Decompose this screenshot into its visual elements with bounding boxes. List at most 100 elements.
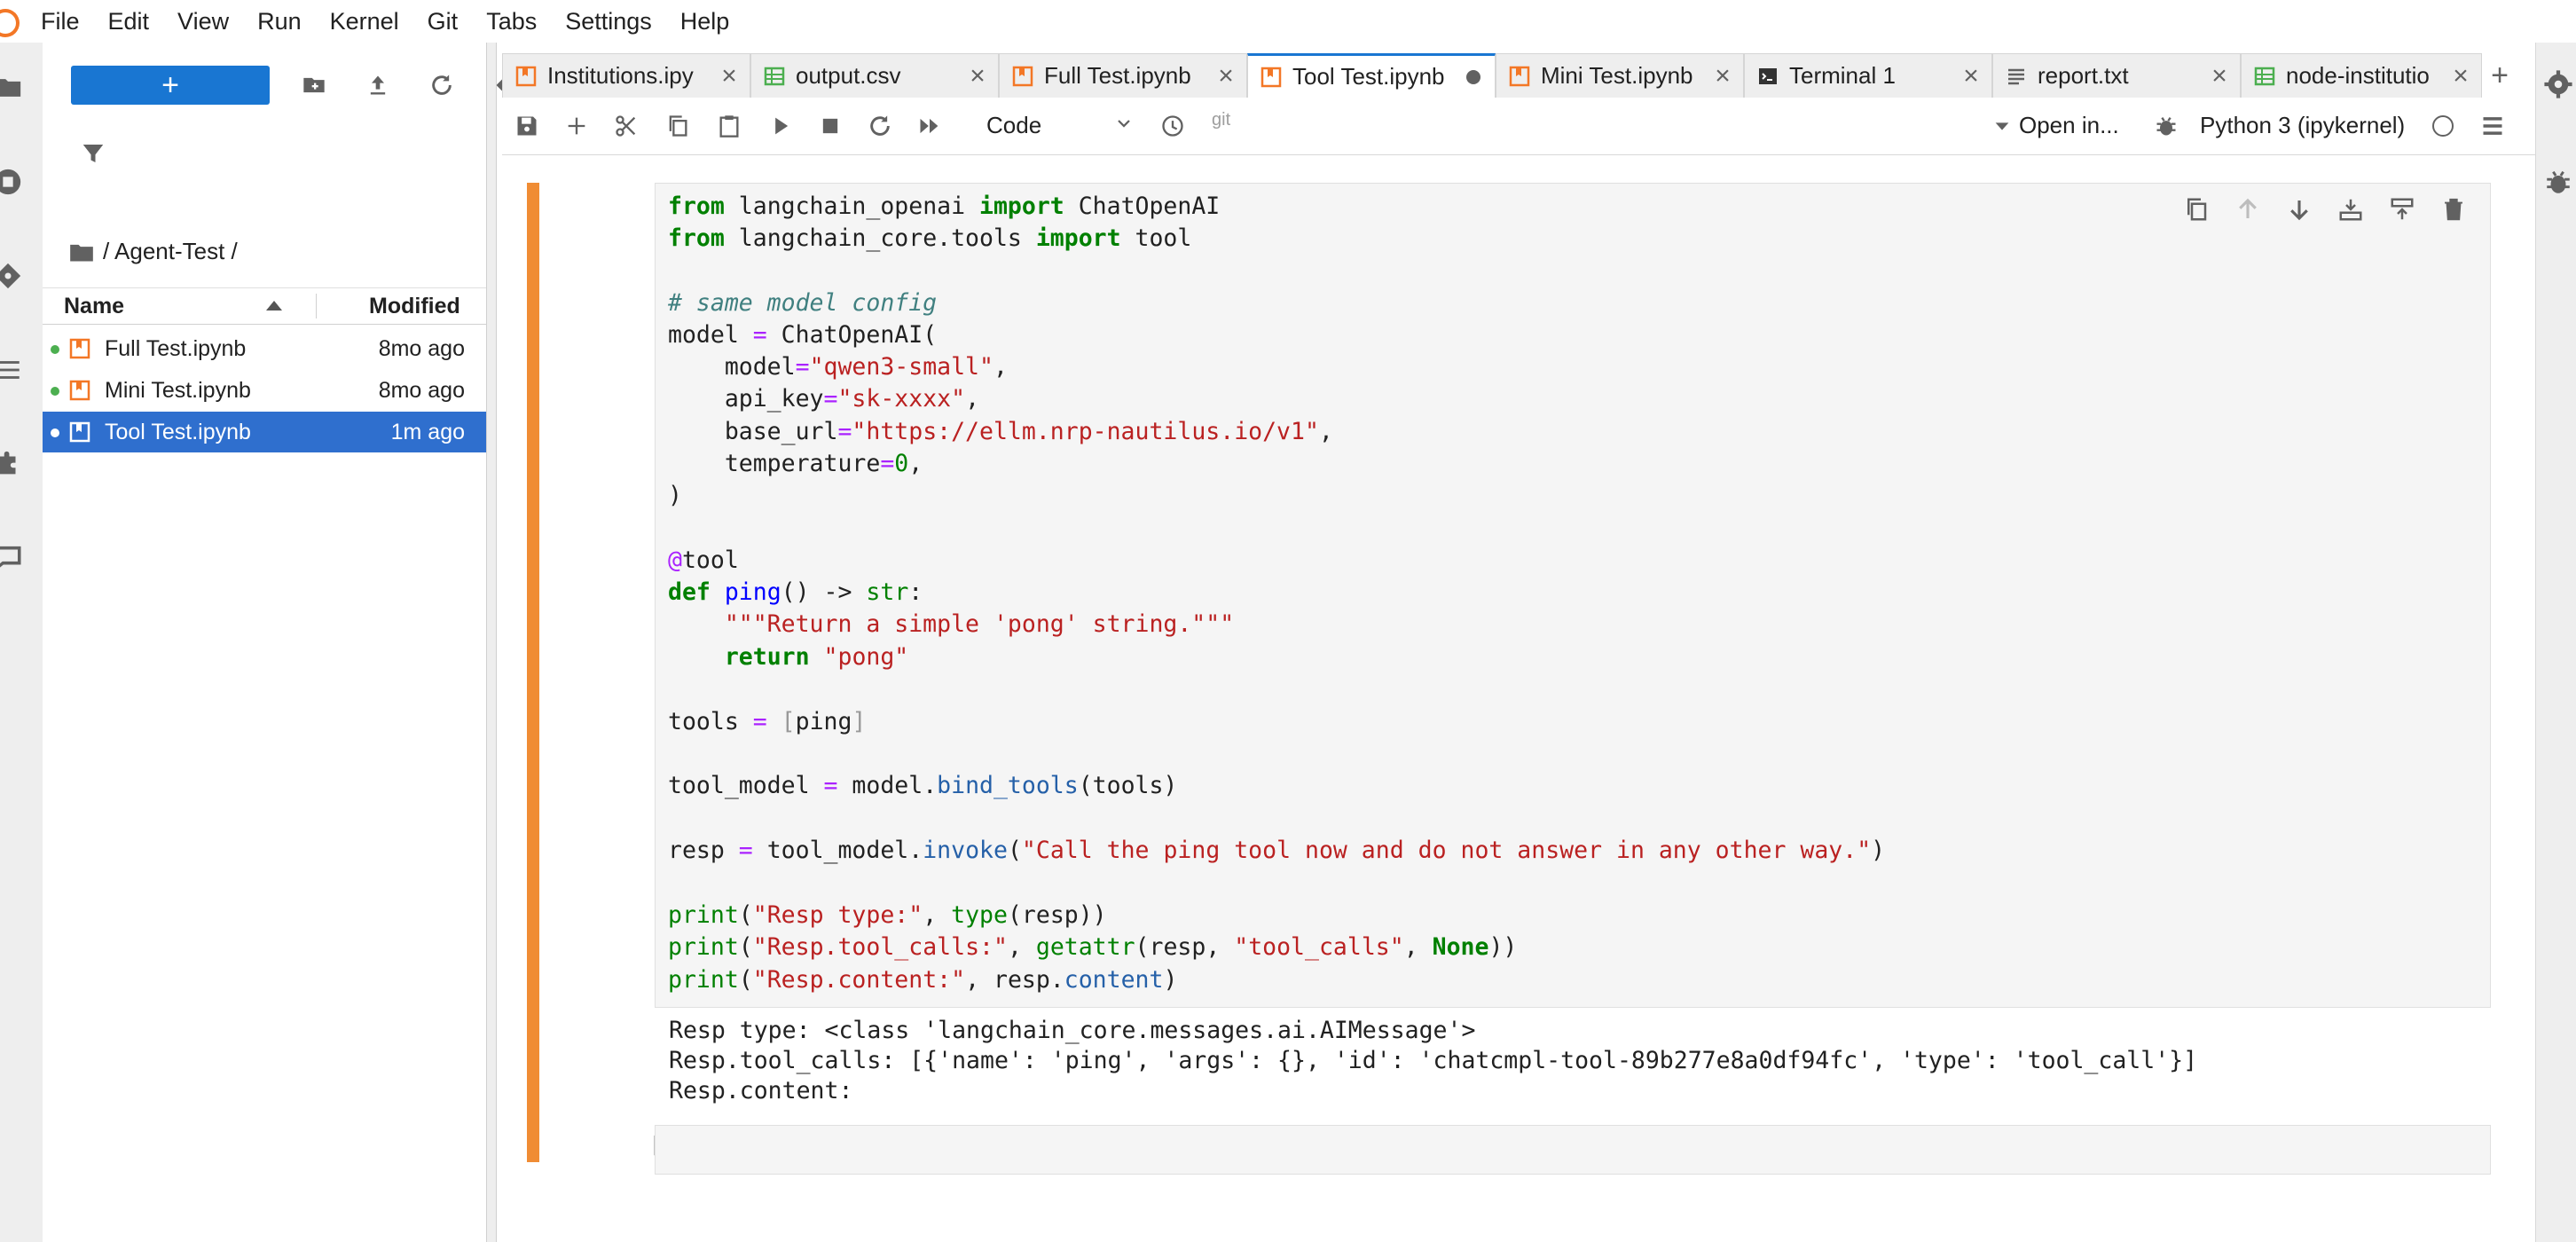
add-tab-icon[interactable]: + [2482,53,2517,98]
file-row-full-test[interactable]: Full Test.ipynb 8mo ago [43,328,486,369]
run-icon[interactable] [766,112,795,140]
menu-help[interactable]: Help [666,0,744,43]
close-icon[interactable]: × [716,61,742,91]
tab-tool-test[interactable]: Tool Test.ipynb [1247,53,1496,98]
table-icon [764,67,785,85]
code-line: ) [668,482,682,509]
menu-view[interactable]: View [163,0,243,43]
close-icon[interactable]: × [2206,61,2233,91]
chevron-down-icon[interactable] [1116,115,1132,131]
kernel-name[interactable]: Python 3 (ipykernel) [2200,112,2405,139]
file-row-tool-test[interactable]: Tool Test.ipynb 1m ago [43,412,486,452]
code-line: api_key="sk-xxxx", [668,385,980,413]
close-icon[interactable]: × [964,61,991,91]
menu-git[interactable]: Git [413,0,473,43]
debugger-bug-icon[interactable] [2543,167,2573,197]
output-line: Resp type: <class 'langchain_core.messag… [669,1017,1476,1044]
filter-icon[interactable] [80,140,115,176]
close-icon[interactable]: × [2447,61,2474,91]
clock-icon[interactable] [1158,112,1187,140]
running-sessions-icon[interactable] [0,167,30,197]
extensions-icon[interactable] [0,449,30,479]
file-modified: 8mo ago [378,377,465,403]
tab-output-csv[interactable]: output.csv × [750,53,999,98]
insert-above-icon[interactable] [2337,196,2366,224]
folder-icon[interactable] [0,73,30,103]
move-up-icon[interactable] [2234,196,2263,224]
git-diff-button[interactable]: git [1212,110,1230,130]
tab-label: node-institutio [2286,62,2430,89]
document-tab-bar: Institutions.ipy × output.csv × Full Tes… [502,53,2535,98]
close-icon[interactable]: × [1213,61,1239,91]
delete-cell-icon[interactable] [2440,196,2469,224]
stop-icon[interactable] [816,112,844,140]
column-name-header[interactable]: Name [64,294,124,319]
running-indicator-icon [51,387,59,396]
paste-icon[interactable] [715,112,743,140]
column-modified-header[interactable]: Modified [369,294,460,319]
menu-edit[interactable]: Edit [94,0,164,43]
code-line: from langchain_openai import ChatOpenAI [668,193,1221,220]
cell-type-select[interactable]: Code [986,112,1041,139]
code-line: from langchain_core.tools import tool [668,224,1192,252]
notebook-icon [1261,67,1282,87]
panel-splitter[interactable] [486,43,497,1242]
terminal-icon [1759,67,1777,84]
menu-tabs[interactable]: Tabs [472,0,551,43]
save-icon[interactable] [513,112,541,140]
tab-node-institutions[interactable]: node-institutio × [2241,53,2482,98]
tab-report-txt[interactable]: report.txt × [1992,53,2241,98]
upload-icon[interactable] [358,66,397,105]
tab-institutions[interactable]: Institutions.ipy × [502,53,750,98]
home-folder-icon[interactable] [69,241,94,263]
move-down-icon[interactable] [2286,196,2314,224]
menu-settings[interactable]: Settings [551,0,666,43]
git-icon[interactable] [0,261,30,291]
property-inspector-gear-icon[interactable] [2543,69,2573,99]
code-line: print("Resp.tool_calls:", getattr(resp, … [668,933,1518,961]
notebook-panel: •[7]: from langchain_openai import ChatO… [502,156,2535,1242]
restart-run-all-icon[interactable] [915,112,944,140]
tab-label: Mini Test.ipynb [1541,62,1693,89]
close-icon[interactable]: × [1958,61,1984,91]
tab-full-test[interactable]: Full Test.ipynb × [999,53,1247,98]
table-icon [2254,67,2275,85]
code-line: base_url="https://ellm.nrp-nautilus.io/v… [668,418,1333,445]
menu-run[interactable]: Run [243,0,316,43]
menu-kernel[interactable]: Kernel [316,0,413,43]
breadcrumb-path[interactable]: / Agent-Test / [103,238,238,265]
table-of-contents-icon[interactable] [0,355,30,385]
refresh-icon[interactable] [422,66,461,105]
sort-ascending-icon [266,301,282,310]
cut-icon[interactable] [612,112,640,140]
code-line: resp = tool_model.invoke("Call the ping … [668,837,1886,864]
menu-file[interactable]: File [27,0,94,43]
chat-icon[interactable] [0,543,30,573]
menu-hamburger-icon[interactable] [2478,112,2507,140]
empty-code-cell[interactable] [655,1125,2491,1175]
insert-below-icon[interactable] [2389,196,2417,224]
chevron-down-icon[interactable] [1992,112,2012,140]
insert-cell-icon[interactable] [562,112,591,140]
file-row-mini-test[interactable]: Mini Test.ipynb 8mo ago [43,370,486,411]
new-launcher-button[interactable]: + [71,66,270,105]
code-cell-editor[interactable]: from langchain_openai import ChatOpenAI … [655,183,2491,1008]
column-divider[interactable] [316,294,317,318]
code-comment: # same model config [668,289,938,317]
copy-icon[interactable] [664,112,692,140]
new-folder-icon[interactable] [295,66,334,105]
code-line: model="qwen3-small", [668,353,1008,381]
tab-terminal[interactable]: Terminal 1 × [1744,53,1992,98]
restart-icon[interactable] [866,112,894,140]
unsaved-changes-icon[interactable] [1466,69,1480,84]
tab-label: Institutions.ipy [547,62,694,89]
cell-input-collapser[interactable] [527,183,539,1162]
tab-mini-test[interactable]: Mini Test.ipynb × [1496,53,1744,98]
duplicate-cell-icon[interactable] [2183,196,2211,224]
code-line: model = ChatOpenAI( [668,321,938,349]
open-in-dropdown[interactable]: Open in... [2019,112,2119,139]
debugger-bug-icon[interactable] [2152,112,2180,140]
close-icon[interactable]: × [1709,61,1736,91]
cell-output-collapser[interactable] [527,1017,539,1109]
menu-bar: File Edit View Run Kernel Git Tabs Setti… [0,0,2576,43]
